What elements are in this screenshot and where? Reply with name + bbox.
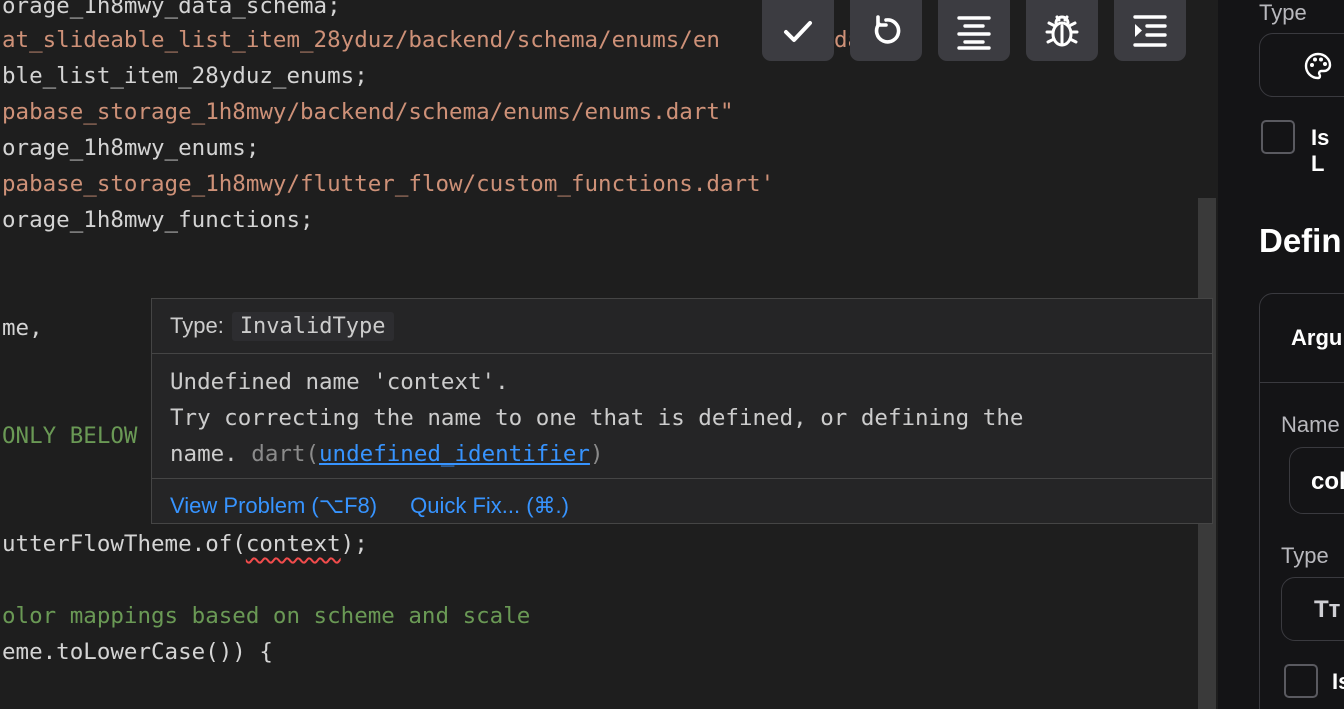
type-value: InvalidType bbox=[231, 311, 394, 341]
refresh-icon bbox=[874, 14, 901, 44]
check-icon bbox=[784, 20, 812, 42]
is-list-checkbox-bottom[interactable] bbox=[1284, 664, 1318, 698]
code-line: orage_1h8mwy_functions; bbox=[2, 207, 314, 233]
diagnostic-code-link[interactable]: undefined_identifier bbox=[319, 441, 590, 467]
view-problem-link[interactable]: View Problem (⌥F8) bbox=[170, 493, 377, 519]
section-title: Defin bbox=[1259, 222, 1342, 259]
type-label: Type bbox=[1281, 543, 1329, 568]
hover-actions: View Problem (⌥F8) Quick Fix... (⌘.) bbox=[152, 479, 1212, 533]
bug-icon bbox=[1045, 15, 1079, 46]
is-list-label-bottom: Is bbox=[1332, 669, 1344, 694]
debug-button[interactable] bbox=[1026, 0, 1098, 61]
type-select[interactable]: Tт bbox=[1281, 577, 1344, 641]
error-identifier[interactable]: context bbox=[246, 531, 341, 557]
align-center-icon bbox=[957, 15, 991, 50]
indent-button[interactable] bbox=[1114, 0, 1186, 61]
code-line: orage_1h8mwy_enums; bbox=[2, 135, 260, 161]
code-line: olor mappings based on scheme and scale bbox=[2, 603, 531, 629]
code-line: pabase_storage_1h8mwy/flutter_flow/custo… bbox=[2, 171, 775, 197]
palette-icon bbox=[1304, 52, 1332, 80]
code-line: me, bbox=[2, 315, 43, 341]
text-type-icon: Tт bbox=[1314, 596, 1341, 623]
type-select-top[interactable]: c bbox=[1259, 33, 1344, 97]
error-hover-widget: Type: InvalidType Undefined name 'contex… bbox=[151, 298, 1213, 524]
arguments-title: Argu bbox=[1291, 325, 1343, 350]
indent-icon bbox=[1133, 14, 1167, 47]
code-line: ble_list_item_28yduz_enums; bbox=[2, 63, 368, 89]
diagnostic-source: dart( bbox=[251, 441, 320, 467]
format-button[interactable] bbox=[938, 0, 1010, 61]
code-line: eme.toLowerCase()) { bbox=[2, 639, 273, 665]
type-label: Type: bbox=[170, 313, 224, 338]
name-label: Name bbox=[1281, 412, 1340, 437]
message-line-3-prefix: name. bbox=[170, 441, 238, 467]
is-list-label-top: Is L bbox=[1311, 125, 1330, 176]
check-button[interactable] bbox=[762, 0, 834, 61]
type-label-top: Type bbox=[1259, 0, 1307, 25]
message-line-1: Undefined name 'context'. bbox=[170, 369, 509, 395]
properties-panel: Type c Is L Defin Argu Name col Type Tт … bbox=[1218, 0, 1344, 709]
reset-button[interactable] bbox=[850, 0, 922, 61]
code-line: ONLY BELOW bbox=[2, 423, 138, 449]
diagnostic-source-close: ) bbox=[589, 441, 604, 467]
code-line: orage_1h8mwy_data_schema; bbox=[2, 0, 341, 19]
message-line-3: name. dart(undefined_identifier) bbox=[170, 436, 1194, 472]
is-list-checkbox-top[interactable] bbox=[1261, 120, 1295, 154]
message-line-2: Try correcting the name to one that is d… bbox=[170, 405, 1024, 431]
code-line: at_slideable_list_item_28yduz/backend/sc… bbox=[2, 22, 861, 58]
quick-fix-link[interactable]: Quick Fix... (⌘.) bbox=[410, 493, 569, 519]
hover-type-row: Type: InvalidType bbox=[152, 299, 1212, 354]
name-input-value: col bbox=[1311, 468, 1344, 495]
hover-message: Undefined name 'context'. Try correcting… bbox=[152, 354, 1212, 479]
name-input[interactable]: col bbox=[1289, 447, 1344, 514]
code-line: pabase_storage_1h8mwy/backend/schema/enu… bbox=[2, 99, 734, 125]
